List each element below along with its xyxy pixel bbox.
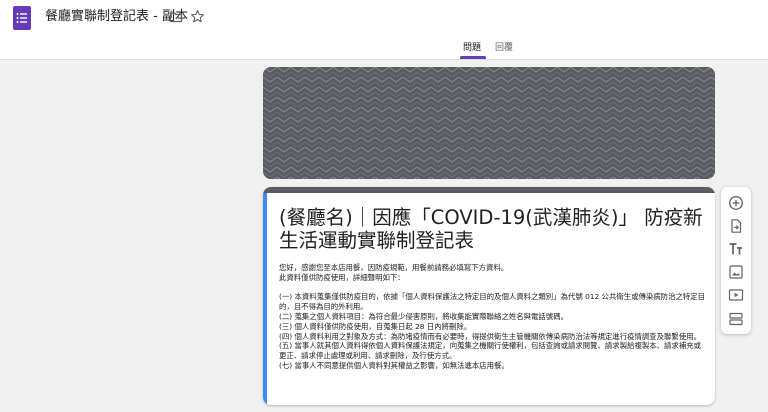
description-line: (五) 當事人就其個人資料得依個人資料保護法規定，向蒐集之機關行使權利，包括查詢… (279, 341, 701, 361)
add-image-icon[interactable] (728, 264, 744, 280)
add-video-icon[interactable] (728, 287, 744, 303)
description-line: (七) 當事人不同意提供個人資料對其權益之影響，如無法進本店用餐。 (279, 360, 509, 370)
card-color-bar (263, 187, 715, 193)
form-title-card[interactable]: (餐廳名)｜因應「COVID-19(武漢肺炎)」 防疫新生活運動實聯制登記表 您… (263, 187, 715, 405)
add-title-icon[interactable] (728, 241, 744, 257)
folder-icon[interactable] (169, 10, 183, 24)
google-forms-icon[interactable] (13, 6, 31, 30)
description-line: (一) 本資料蒐集僅供防疫目的，依據「個人資料保護法之特定目的及個人資料之類別」… (279, 292, 706, 312)
description-line: 您好，感謝您至本店用餐，因防疫規範，用餐前請務必填寫下方資料。 (279, 263, 509, 272)
side-toolbar (721, 187, 751, 334)
description-line: (四) 個人資料利用之對象及方式：為防堵疫情而有必要時，得提供衛生主管機關依傳染… (279, 331, 701, 341)
import-questions-icon[interactable] (728, 218, 744, 234)
form-description[interactable]: 您好，感謝您至本店用餐，因防疫規範，用餐前請務必填寫下方資料。 此資料僅供防疫使… (279, 263, 707, 371)
description-line: (二) 蒐集之個人資料項目：為符合最少侵害原則，將收集能實際聯絡之姓名與電話號碼… (279, 311, 568, 321)
top-bar: 餐廳實聯制登記表 - 副本 問題 回覆 (0, 0, 768, 60)
tab-questions[interactable]: 問題 (463, 43, 481, 54)
tab-responses[interactable]: 回覆 (495, 43, 513, 54)
add-section-icon[interactable] (728, 311, 744, 327)
description-line: (三) 個人資料僅供防疫使用，自蒐集日起 28 日內將刪除。 (279, 321, 472, 331)
header-banner-image (263, 67, 715, 179)
active-tab-indicator (460, 56, 486, 59)
add-question-icon[interactable] (728, 195, 744, 211)
star-icon[interactable] (190, 9, 205, 24)
form-title[interactable]: (餐廳名)｜因應「COVID-19(武漢肺炎)」 防疫新生活運動實聯制登記表 (279, 206, 703, 252)
description-line: 此資料僅供防疫使用，詳細聲明如下： (279, 272, 405, 282)
card-focus-indicator (263, 193, 267, 405)
description-blank-line (279, 283, 707, 293)
document-title[interactable]: 餐廳實聯制登記表 - 副本 (45, 9, 188, 25)
